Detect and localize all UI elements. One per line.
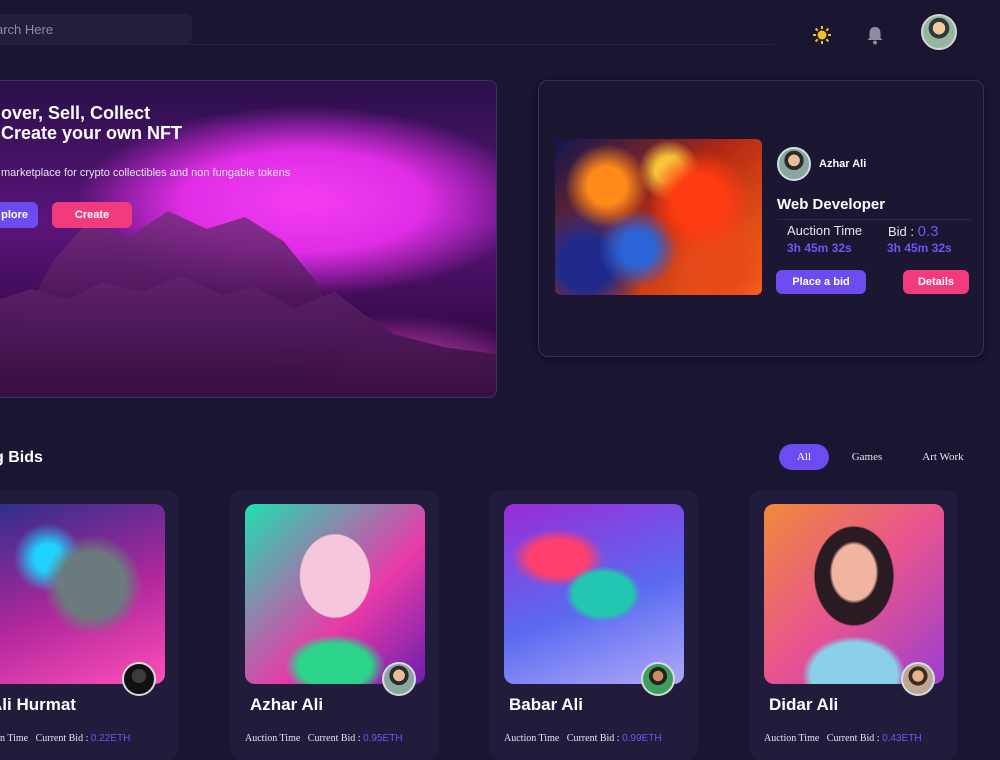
- details-button[interactable]: Details: [903, 270, 969, 294]
- auction-time-label: Auction Time: [504, 733, 560, 744]
- featured-card: Azhar Ali Web Developer Auction Time 3h …: [538, 80, 984, 357]
- filter-games[interactable]: Games: [843, 444, 891, 470]
- auction-time-label: Auction Time: [245, 733, 301, 744]
- hero-banner: over, Sell, Collect Create your own NFT …: [0, 80, 497, 398]
- sun-icon[interactable]: [812, 25, 832, 45]
- card-owner-name: Didar Ali: [769, 695, 839, 714]
- owner-avatar[interactable]: [777, 147, 811, 181]
- current-bid-label: Current Bid :: [566, 733, 620, 744]
- nft-image[interactable]: [764, 504, 944, 684]
- current-bid-label: Current Bid :: [307, 733, 361, 744]
- owner-avatar[interactable]: [901, 662, 935, 696]
- current-bid-label: Current Bid :: [35, 733, 89, 744]
- auction-time-label: ction Time: [0, 733, 29, 744]
- auction-time-label: Auction Time: [764, 733, 820, 744]
- owner-avatar[interactable]: [122, 662, 156, 696]
- user-avatar[interactable]: [921, 14, 957, 50]
- featured-title: Web Developer: [777, 196, 886, 213]
- search-input[interactable]: arch Here: [0, 14, 192, 44]
- card-owner-name: Azhar Ali: [250, 695, 324, 714]
- hero-title-line2: Create your own NFT: [1, 123, 183, 143]
- featured-divider: [777, 219, 972, 220]
- owner-avatar[interactable]: [382, 662, 416, 696]
- auction-time-label: Auction Time: [787, 223, 863, 238]
- bid-amount: 0.3: [917, 223, 939, 240]
- card-owner-name: Babar Ali: [509, 695, 584, 714]
- bell-icon[interactable]: [866, 25, 884, 45]
- hero-title: over, Sell, Collect Create your own NFT: [1, 103, 182, 143]
- card-meta: Auction Time Current Bid : 0.43ETH: [764, 733, 922, 744]
- filter-art-work[interactable]: Art Work: [915, 444, 971, 470]
- bid-label-text: Bid :: [888, 224, 918, 239]
- owner-name: Azhar Ali: [819, 158, 867, 170]
- create-button[interactable]: Create: [52, 202, 132, 228]
- card-meta: Auction Time Current Bid : 0.95ETH: [245, 733, 403, 744]
- card-meta: Auction Time Current Bid : 0.99ETH: [504, 733, 662, 744]
- hero-subtitle: marketplace for crypto collectibles and …: [1, 167, 291, 179]
- nft-card[interactable]: Ali Hurmat ction Time Current Bid : 0.22…: [0, 490, 179, 760]
- place-bid-button[interactable]: Place a bid: [776, 270, 866, 294]
- owner-avatar[interactable]: [641, 662, 675, 696]
- current-bid-value: 0.95ETH: [363, 733, 403, 744]
- nft-card[interactable]: Babar Ali Auction Time Current Bid : 0.9…: [489, 490, 698, 760]
- auction-time-value: 3h 45m 32s: [787, 241, 852, 255]
- header-divider: [0, 44, 775, 45]
- current-bid-value: 0.99ETH: [622, 733, 662, 744]
- hero-title-line1: over, Sell, Collect: [1, 103, 151, 123]
- bid-time-value: 3h 45m 32s: [887, 241, 952, 255]
- nft-image[interactable]: [245, 504, 425, 684]
- bid-label: Bid : 0.3: [888, 223, 938, 240]
- card-owner-name: Ali Hurmat: [0, 695, 76, 714]
- card-meta: ction Time Current Bid : 0.22ETH: [0, 733, 130, 744]
- featured-nft-image[interactable]: [555, 139, 762, 295]
- section-title: g Bids: [0, 449, 43, 466]
- explore-button[interactable]: plore: [0, 202, 38, 228]
- filter-all[interactable]: All: [779, 444, 829, 470]
- current-bid-value: 0.43ETH: [882, 733, 922, 744]
- current-bid-value: 0.22ETH: [90, 733, 131, 744]
- nft-card[interactable]: Didar Ali Auction Time Current Bid : 0.4…: [749, 490, 958, 760]
- search-placeholder: arch Here: [0, 21, 54, 37]
- nft-card[interactable]: Azhar Ali Auction Time Current Bid : 0.9…: [230, 490, 439, 760]
- current-bid-label: Current Bid :: [826, 733, 880, 744]
- nft-image[interactable]: [504, 504, 684, 684]
- nft-image[interactable]: [0, 504, 165, 684]
